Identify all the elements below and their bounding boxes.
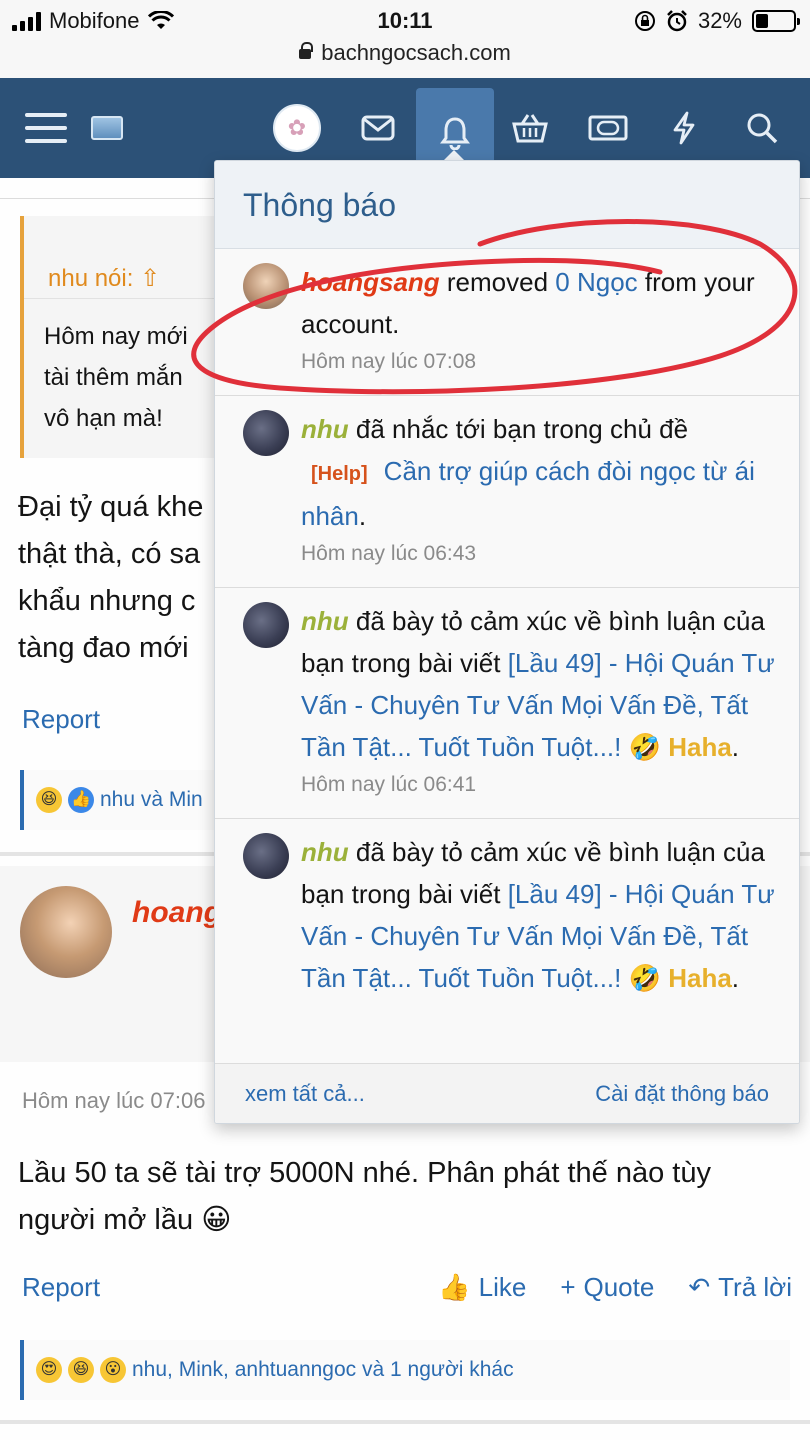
quote-text: Hôm nay mới tài thêm mắn vô hạn mà! <box>44 323 188 432</box>
url-text: bachngocsach.com <box>321 40 511 65</box>
reply-arrow-icon: ↶ <box>688 1272 711 1302</box>
wow-emoji-icon: 😮 <box>100 1357 126 1383</box>
notification-item[interactable]: nhu đã bày tỏ cảm xúc về bình luận của b… <box>215 819 799 1015</box>
arrow-up-icon: ⇧ <box>140 265 161 292</box>
reactions-summary[interactable]: 😍 😆 😮 nhu, Mink, anhtuanngoc và 1 người kh… <box>20 1340 790 1400</box>
report-link[interactable]: Report <box>22 704 100 735</box>
popup-footer: xem tất cả... Cài đặt thông báo <box>215 1063 799 1123</box>
rotation-lock-icon <box>634 11 655 31</box>
plus-icon: + <box>560 1272 576 1302</box>
avatar[interactable] <box>20 886 112 978</box>
post-actions: Report 👍 Like + Quote ↶ Trả lời <box>22 1272 792 1303</box>
status-right: 32% <box>634 8 800 34</box>
see-all-link[interactable]: xem tất cả... <box>245 1081 365 1107</box>
reactions-text: nhu, Mink, anhtuanngoc và 1 người khác <box>132 1358 514 1381</box>
reactions-summary[interactable]: 😆 👍 nhu và Min <box>20 770 214 830</box>
post-timestamp[interactable]: Hôm nay lúc 07:06 <box>22 1088 214 1114</box>
avatar: ✿ <box>273 104 321 152</box>
post-text: Đại tỷ quá khe thật thà, có sa khẩu nhưn… <box>18 491 204 664</box>
notification-item[interactable]: nhu đã bày tỏ cảm xúc về bình luận của b… <box>215 588 799 819</box>
reaction-name: Haha <box>668 963 732 993</box>
notification-text: nhu đã nhắc tới bạn trong chủ đề [Help] Cầ… <box>301 414 755 531</box>
status-bar: Mobifone 10:11 32% bachngocsach.com <box>0 0 810 78</box>
user-link[interactable]: nhu <box>301 606 349 636</box>
user-link[interactable]: hoangsang <box>301 267 440 297</box>
ngoc-link[interactable]: 0 Ngọc <box>555 267 637 297</box>
post-author-name[interactable]: hoang <box>132 896 214 930</box>
basket-icon <box>512 114 548 143</box>
avatar[interactable] <box>243 833 289 879</box>
notification-text: nhu đã bày tỏ cảm xúc về bình luận của b… <box>301 606 775 762</box>
lock-icon <box>299 42 314 59</box>
quote-block: nhu nói: ⇧ Hôm nay mới tài thêm mắn vô h… <box>20 216 214 458</box>
quote-button[interactable]: + Quote <box>560 1272 654 1303</box>
post-text: Lầu 50 ta sẽ tài trợ 5000N nhé. Phân phá… <box>18 1157 711 1236</box>
reaction-name: Haha <box>668 732 732 762</box>
heart-eyes-emoji-icon: 😍 <box>36 1357 62 1383</box>
notifications-popup: Thông báo hoangsang removed 0 Ngọc from … <box>214 160 800 1124</box>
thread-prefix-tag: [Help] <box>311 463 368 485</box>
notification-time: Hôm nay lúc 07:08 <box>301 350 477 373</box>
notification-list[interactable]: hoangsang removed 0 Ngọc from your accou… <box>215 249 799 1065</box>
reactions-text: nhu và Min <box>100 788 203 811</box>
divider <box>24 298 214 299</box>
menu-icon <box>25 113 67 143</box>
thread-link[interactable]: Cần trợ giúp cách đòi ngọc từ ái nhân <box>301 456 755 531</box>
haha-emoji-icon: 🤣 <box>628 963 661 993</box>
reply-button[interactable]: ↶ Trả lời <box>688 1272 792 1303</box>
lightning-icon <box>673 111 695 145</box>
battery-percent: 32% <box>697 8 742 33</box>
divider <box>0 1420 810 1424</box>
haha-emoji-icon: 😆 <box>68 1357 94 1383</box>
like-button[interactable]: 👍 Like <box>438 1272 526 1303</box>
notification-time: Hôm nay lúc 06:41 <box>301 773 477 796</box>
battery-level <box>756 14 768 28</box>
money-icon <box>588 115 628 141</box>
menu-button[interactable] <box>24 78 68 178</box>
thumbs-up-icon: 👍 <box>438 1272 471 1302</box>
user-link[interactable]: nhu <box>301 414 349 444</box>
notification-item[interactable]: nhu đã nhắc tới bạn trong chủ đề [Help] Cầ… <box>215 396 799 588</box>
bell-icon <box>440 117 470 150</box>
battery-icon <box>752 10 800 32</box>
like-emoji-icon: 👍 <box>68 787 94 813</box>
notification-time: Hôm nay lúc 06:43 <box>301 542 477 565</box>
haha-emoji-icon: 😆 <box>36 787 62 813</box>
site-logo[interactable] <box>90 78 124 178</box>
search-icon <box>747 113 778 144</box>
logo-icon <box>91 116 123 140</box>
user-link[interactable]: nhu <box>301 837 349 867</box>
haha-emoji-icon: 🤣 <box>628 732 661 762</box>
avatar[interactable] <box>243 602 289 648</box>
address-bar[interactable]: bachngocsach.com <box>0 40 810 66</box>
avatar[interactable] <box>243 263 289 309</box>
grin-emoji: 😀 <box>201 1204 232 1236</box>
quote-author[interactable]: nhu nói: ⇧ <box>48 264 160 293</box>
notification-text: hoangsang removed 0 Ngọc from your accou… <box>301 267 755 339</box>
avatar[interactable] <box>243 410 289 456</box>
notification-settings-link[interactable]: Cài đặt thông báo <box>595 1081 769 1107</box>
alarm-icon <box>667 10 687 32</box>
mail-icon <box>361 115 395 141</box>
report-link[interactable]: Report <box>22 1272 100 1303</box>
notification-item[interactable]: hoangsang removed 0 Ngọc from your accou… <box>215 249 799 396</box>
notification-text: nhu đã bày tỏ cảm xúc về bình luận của b… <box>301 837 775 993</box>
popup-title: Thông báo <box>215 161 799 249</box>
